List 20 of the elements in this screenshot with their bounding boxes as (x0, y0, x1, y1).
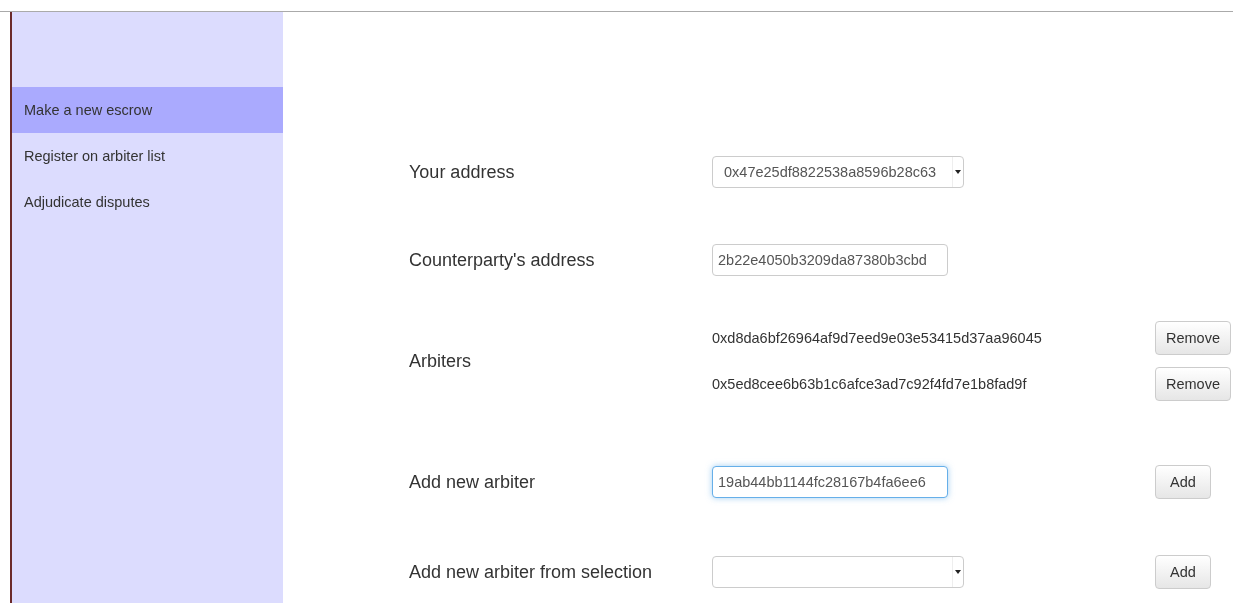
sidebar-item[interactable]: Adjudicate disputes (12, 179, 283, 225)
arbiter-field[interactable]: 19ab44bb1144fc28167b4fa6ee6 (712, 466, 948, 498)
field-label: Add new arbiter (409, 471, 537, 493)
field-label: Counterparty's address (409, 249, 596, 271)
field-label: Add new arbiter from selection (409, 561, 654, 583)
sidebar-item[interactable]: Make a new escrow (12, 87, 283, 133)
field-label: Arbiters (409, 350, 472, 372)
arbiter-dropdown[interactable] (712, 556, 964, 588)
arbiter-address: 0x5ed8cee6b63b1c6afce3ad7c92f4fd7e1b8fad9f (712, 376, 1028, 392)
caret-icon (955, 170, 961, 174)
arbiter-address: 0xd8da6bf26964af9d7eed9e03e53415d37aa96045 (712, 330, 1043, 346)
field-label: Your address (409, 161, 516, 183)
remove-button[interactable]: Remove (1155, 321, 1231, 355)
remove-button[interactable]: Remove (1155, 367, 1231, 401)
address-field[interactable]: 2b22e4050b3209da87380b3cbd (712, 244, 948, 276)
address-dropdown[interactable]: 0x47e25df8822538a8596b28c63 (712, 156, 964, 188)
caret-icon (955, 570, 961, 574)
add-button[interactable]: Add (1155, 555, 1211, 589)
add-button[interactable]: Add (1155, 465, 1211, 499)
sidebar-item[interactable]: Register on arbiter list (12, 133, 283, 179)
